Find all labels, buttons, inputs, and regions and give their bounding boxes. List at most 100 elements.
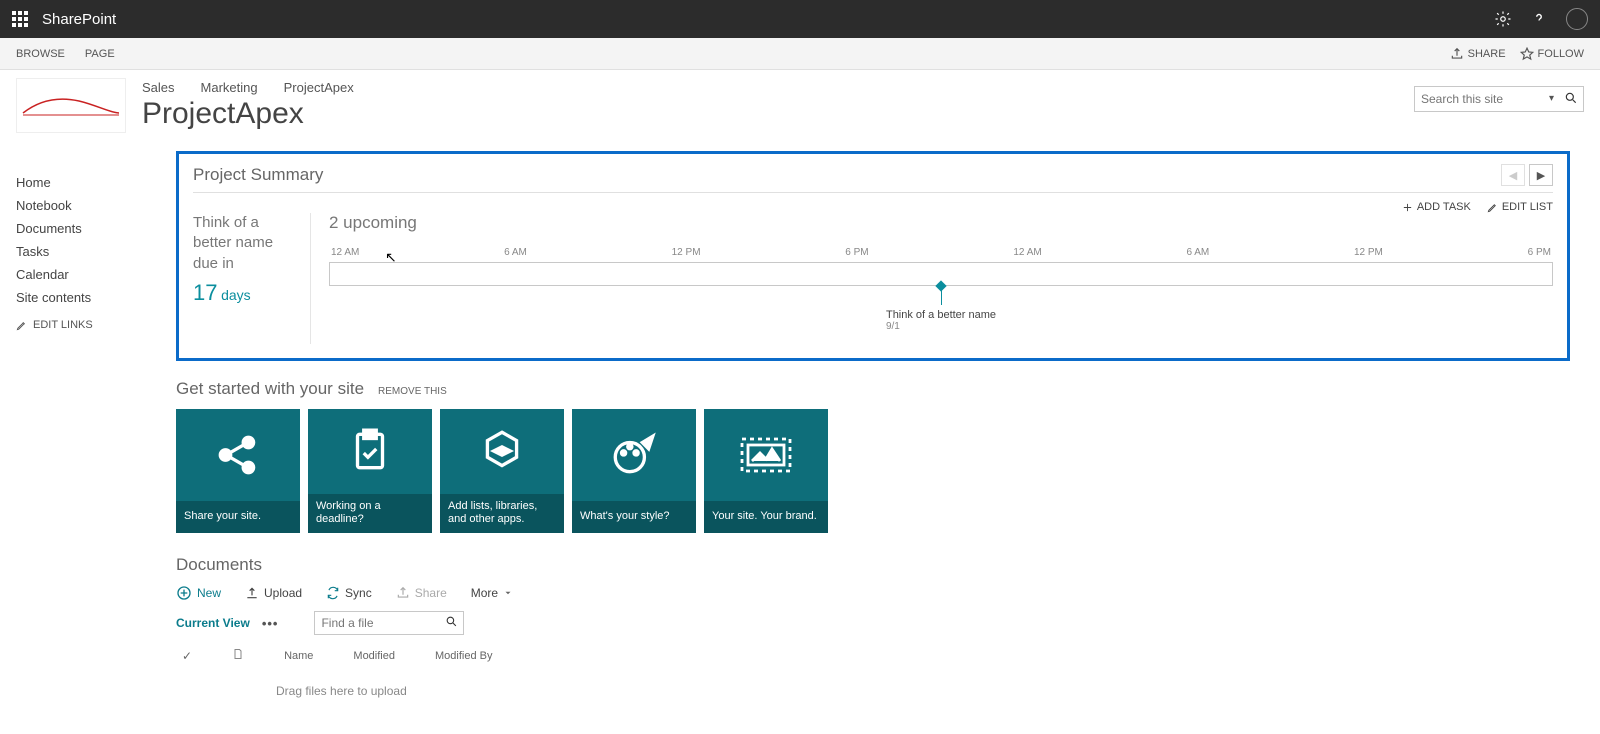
- sidebar-item-home[interactable]: Home: [16, 171, 160, 194]
- timeline-nav: ◀ ▶: [1501, 164, 1553, 186]
- col-name[interactable]: Name: [284, 650, 313, 662]
- sync-icon: [326, 586, 340, 600]
- sidebar-item-tasks[interactable]: Tasks: [16, 240, 160, 263]
- user-avatar[interactable]: [1566, 8, 1588, 30]
- top-nav: Sales Marketing ProjectApex: [142, 80, 354, 95]
- search-box: ▾: [1414, 86, 1584, 112]
- site-header: Sales Marketing ProjectApex ProjectApex …: [0, 70, 1600, 141]
- more-button[interactable]: More: [471, 586, 513, 600]
- current-view-button[interactable]: Current View: [176, 616, 250, 630]
- tile-label: Your site. Your brand.: [704, 501, 828, 533]
- search-icon[interactable]: [1564, 91, 1578, 108]
- milestone-label[interactable]: Think of a better name 9/1: [886, 309, 996, 332]
- upcoming-label: 2 upcoming: [329, 213, 1553, 233]
- project-toolbar: ADD TASK EDIT LIST: [179, 193, 1567, 213]
- pencil-icon: [16, 320, 27, 331]
- promoted-tiles: Share your site. Working on a deadline? …: [176, 409, 1570, 533]
- tile-label: Share your site.: [176, 501, 300, 533]
- due-days-label: days: [221, 287, 251, 303]
- nav-sales[interactable]: Sales: [142, 80, 175, 95]
- file-type-icon: [232, 647, 244, 664]
- timeline-next-button[interactable]: ▶: [1529, 164, 1553, 186]
- site-logo[interactable]: [16, 78, 126, 133]
- add-task-button[interactable]: ADD TASK: [1402, 201, 1471, 213]
- clipboard-tile-icon: [308, 409, 432, 494]
- plus-circle-icon: [176, 585, 192, 601]
- edit-list-button[interactable]: EDIT LIST: [1487, 201, 1553, 213]
- new-button[interactable]: New: [176, 585, 221, 601]
- nav-marketing[interactable]: Marketing: [201, 80, 258, 95]
- app-launcher-icon[interactable]: [12, 11, 28, 27]
- share-icon: [1450, 47, 1464, 61]
- share-tile-icon: [176, 409, 300, 501]
- search-input[interactable]: [1414, 86, 1584, 112]
- pencil-icon: [1487, 202, 1498, 213]
- due-panel: Think of a better name due in 17 days: [193, 213, 311, 344]
- sync-button[interactable]: Sync: [326, 586, 372, 600]
- project-summary-title: Project Summary: [193, 165, 323, 185]
- project-summary-webpart: Project Summary ◀ ▶ ADD TASK EDIT LIST: [176, 151, 1570, 361]
- timeline-bar[interactable]: Think of a better name 9/1: [329, 262, 1553, 286]
- get-started-header: Get started with your site REMOVE THIS: [176, 379, 1570, 399]
- search-icon[interactable]: [445, 615, 458, 631]
- suite-bar-left: SharePoint: [12, 11, 116, 28]
- upload-button[interactable]: Upload: [245, 586, 302, 600]
- tile-deadline[interactable]: Working on a deadline?: [308, 409, 432, 533]
- tile-style[interactable]: What's your style?: [572, 409, 696, 533]
- tab-browse[interactable]: BROWSE: [16, 48, 65, 60]
- tab-page[interactable]: PAGE: [85, 48, 115, 60]
- page-title: ProjectApex: [142, 97, 354, 131]
- image-tile-icon: [704, 409, 828, 501]
- sidebar-item-calendar[interactable]: Calendar: [16, 263, 160, 286]
- tile-share-site[interactable]: Share your site.: [176, 409, 300, 533]
- quick-launch: Home Notebook Documents Tasks Calendar S…: [0, 141, 160, 718]
- follow-button[interactable]: FOLLOW: [1520, 47, 1584, 61]
- remove-this-link[interactable]: REMOVE THIS: [378, 386, 447, 397]
- main-layout: Home Notebook Documents Tasks Calendar S…: [0, 141, 1600, 718]
- timeline-ticks: 12 AM 6 AM 12 PM 6 PM 12 AM 6 AM 12 PM 6…: [329, 247, 1553, 258]
- edit-links-button[interactable]: EDIT LINKS: [16, 319, 160, 331]
- timeline[interactable]: 12 AM 6 AM 12 PM 6 PM 12 AM 6 AM 12 PM 6…: [329, 247, 1553, 344]
- find-file-wrap: [314, 611, 464, 635]
- get-started-title: Get started with your site: [176, 379, 364, 399]
- documents-subbar: Current View •••: [176, 611, 1570, 635]
- ribbon-actions: SHARE FOLLOW: [1450, 47, 1584, 61]
- palette-tile-icon: [572, 409, 696, 501]
- nav-projectapex[interactable]: ProjectApex: [284, 80, 354, 95]
- sidebar-item-notebook[interactable]: Notebook: [16, 194, 160, 217]
- hexagon-tile-icon: [440, 409, 564, 494]
- share-button[interactable]: SHARE: [1450, 47, 1506, 61]
- col-modified[interactable]: Modified: [353, 650, 395, 662]
- view-options-button[interactable]: •••: [262, 616, 279, 631]
- tile-add-apps[interactable]: Add lists, libraries, and other apps.: [440, 409, 564, 533]
- select-all-checkbox[interactable]: ✓: [182, 649, 192, 663]
- sidebar-item-site-contents[interactable]: Site contents: [16, 286, 160, 309]
- sidebar-item-documents[interactable]: Documents: [16, 217, 160, 240]
- suite-bar: SharePoint: [0, 0, 1600, 38]
- suite-bar-right: [1494, 8, 1588, 30]
- due-countdown: 17 days: [193, 274, 300, 306]
- help-icon[interactable]: [1530, 10, 1548, 28]
- drop-files-message[interactable]: Drag files here to upload: [276, 684, 1570, 698]
- project-body: Think of a better name due in 17 days 2 …: [179, 213, 1567, 358]
- gear-icon[interactable]: [1494, 10, 1512, 28]
- ribbon-bar: BROWSE PAGE SHARE FOLLOW: [0, 38, 1600, 70]
- content-area: Project Summary ◀ ▶ ADD TASK EDIT LIST: [160, 141, 1600, 718]
- chevron-down-icon: [503, 588, 513, 598]
- tile-brand[interactable]: Your site. Your brand.: [704, 409, 828, 533]
- col-modified-by[interactable]: Modified By: [435, 650, 492, 662]
- brand-label: SharePoint: [42, 11, 116, 28]
- search-scope-caret-icon[interactable]: ▾: [1549, 93, 1554, 104]
- breadcrumb: Sales Marketing ProjectApex ProjectApex: [142, 80, 354, 131]
- ribbon-tabs: BROWSE PAGE: [16, 48, 115, 60]
- project-summary-header: Project Summary ◀ ▶: [179, 154, 1567, 192]
- tile-label: What's your style?: [572, 501, 696, 533]
- find-file-input[interactable]: [314, 611, 464, 635]
- due-label-3: due in: [193, 254, 300, 274]
- timeline-prev-button[interactable]: ◀: [1501, 164, 1525, 186]
- due-label-2: better name: [193, 233, 300, 253]
- star-icon: [1520, 47, 1534, 61]
- share-doc-button[interactable]: Share: [396, 586, 447, 600]
- tile-label: Add lists, libraries, and other apps.: [440, 494, 564, 534]
- documents-title: Documents: [176, 555, 1570, 575]
